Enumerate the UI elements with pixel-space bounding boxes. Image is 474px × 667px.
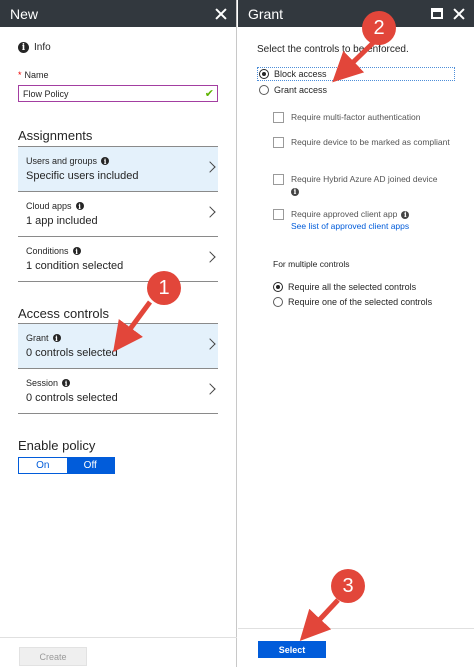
footer-divider	[0, 637, 237, 638]
access-controls-heading: Access controls	[18, 306, 110, 321]
info-icon: i	[401, 210, 410, 219]
info-link[interactable]: i Info	[18, 42, 51, 53]
compliant-checkbox[interactable]	[273, 137, 284, 148]
checkmark-icon: ✔	[204, 87, 214, 100]
access-row-session[interactable]: Session i 0 controls selected	[18, 369, 218, 414]
approved-apps-link[interactable]: See list of approved client apps	[291, 220, 409, 232]
approved-app-label-wrap: Require approved client app i See list of…	[291, 208, 410, 232]
new-blade-title: New	[10, 5, 39, 22]
row-label: Users and groups	[26, 156, 98, 166]
create-button[interactable]: Create	[19, 647, 87, 666]
row-value: 0 controls selected	[26, 347, 118, 359]
new-blade-titlebar: New	[0, 0, 236, 27]
name-field-value: Flow Policy	[23, 88, 69, 99]
access-row-grant[interactable]: Grant i 0 controls selected	[18, 324, 218, 369]
select-button[interactable]: Select	[258, 641, 326, 658]
annotation-badge-1: 1	[147, 271, 181, 305]
row-value: 1 app included	[26, 215, 98, 227]
grant-access-radio[interactable]: Grant access	[259, 85, 327, 95]
close-icon[interactable]	[214, 7, 228, 21]
grant-intro-text: Select the controls to be enforced.	[257, 44, 409, 55]
require-one-radio[interactable]: Require one of the selected controls	[273, 297, 432, 307]
info-icon: i	[75, 202, 84, 211]
assignment-row-conditions[interactable]: Conditions i 1 condition selected	[18, 237, 218, 282]
approved-app-label: Require approved client app	[291, 209, 398, 219]
row-value: 0 controls selected	[26, 392, 118, 404]
block-access-radio[interactable]: Block access	[259, 69, 327, 79]
info-icon: i	[62, 379, 71, 388]
assignment-row-users-and-groups[interactable]: Users and groups i Specific users include…	[18, 147, 218, 192]
row-value: 1 condition selected	[26, 260, 124, 272]
hybrid-checkbox-row: Require Hybrid Azure AD joined device i	[273, 173, 463, 197]
maximize-icon	[431, 8, 443, 19]
toggle-on-option[interactable]: On	[19, 458, 67, 473]
grant-blade-titlebar: Grant	[238, 0, 474, 27]
row-label: Conditions	[26, 246, 69, 256]
annotation-badge-3: 3	[331, 569, 365, 603]
hybrid-label: Require Hybrid Azure AD joined device	[291, 174, 438, 184]
enable-policy-toggle[interactable]: On Off	[18, 457, 115, 474]
require-one-label: Require one of the selected controls	[288, 297, 433, 307]
mfa-label: Require multi-factor authentication	[291, 112, 421, 122]
require-all-radio[interactable]: Require all the selected controls	[273, 282, 416, 292]
radio-dot	[259, 85, 269, 95]
info-icon: i	[101, 157, 110, 166]
assignments-heading: Assignments	[18, 128, 93, 143]
name-label: * Name	[18, 70, 49, 80]
info-icon: i	[18, 42, 29, 53]
maximize-button[interactable]	[430, 7, 444, 21]
grant-blade-title: Grant	[248, 5, 284, 22]
grant-access-label: Grant access	[274, 85, 328, 95]
compliant-checkbox-row: Require device to be marked as compliant	[273, 136, 453, 148]
radio-dot	[273, 282, 283, 292]
hybrid-checkbox[interactable]	[273, 174, 284, 185]
require-all-label: Require all the selected controls	[288, 282, 417, 292]
toggle-off-option[interactable]: Off	[66, 458, 114, 473]
hybrid-label-wrap: Require Hybrid Azure AD joined device i	[291, 173, 437, 197]
compliant-label: Require device to be marked as compliant	[291, 137, 450, 147]
info-icon: i	[291, 187, 299, 196]
info-label: Info	[34, 42, 51, 53]
assignment-row-cloud-apps[interactable]: Cloud apps i 1 app included	[18, 192, 218, 237]
multiple-controls-heading: For multiple controls	[273, 259, 350, 269]
block-access-label: Block access	[274, 69, 327, 79]
mfa-checkbox-row: Require multi-factor authentication	[273, 111, 420, 123]
approved-app-checkbox-row: Require approved client app i See list of…	[273, 208, 463, 232]
name-field[interactable]: Flow Policy ✔	[18, 85, 218, 102]
info-icon: i	[52, 334, 61, 343]
row-value: Specific users included	[26, 170, 139, 182]
approved-app-checkbox[interactable]	[273, 209, 284, 220]
required-asterisk: *	[18, 70, 22, 80]
annotation-badge-2: 2	[362, 11, 396, 45]
footer-divider	[238, 628, 474, 629]
grant-blade: Grant Select the controls to be enforced…	[238, 0, 474, 667]
row-label: Session	[26, 378, 59, 388]
close-icon[interactable]	[452, 7, 466, 21]
info-icon: i	[72, 247, 81, 256]
new-policy-blade: New i Info * Name Flow Policy ✔ Assignmen…	[0, 0, 237, 667]
radio-dot	[259, 69, 269, 79]
enable-policy-heading: Enable policy	[18, 438, 96, 453]
row-label: Grant	[26, 333, 49, 343]
mfa-checkbox[interactable]	[273, 112, 284, 123]
row-label: Cloud apps	[26, 201, 72, 211]
radio-dot	[273, 297, 283, 307]
